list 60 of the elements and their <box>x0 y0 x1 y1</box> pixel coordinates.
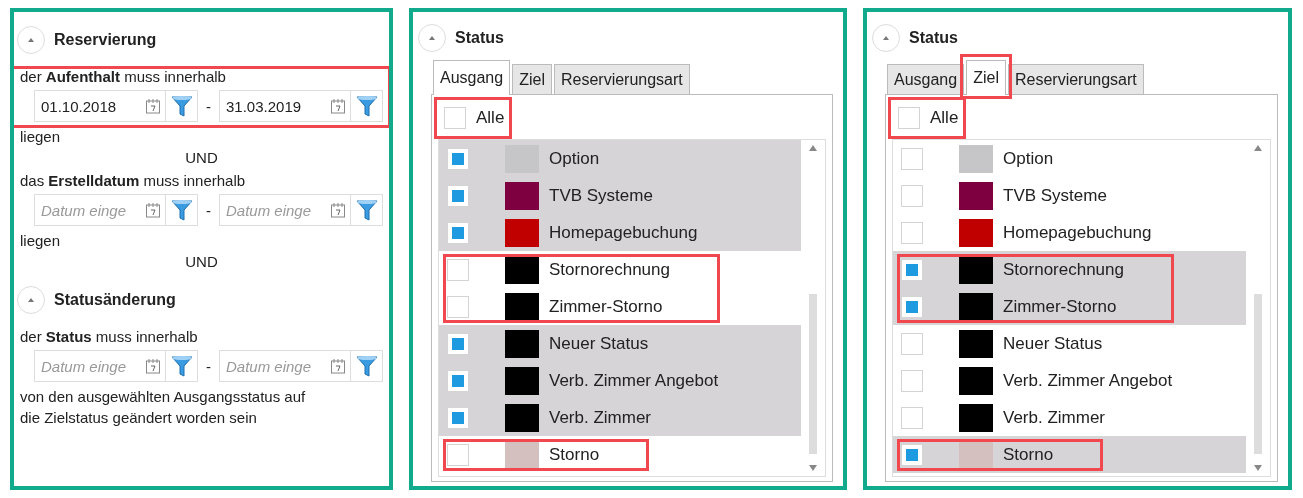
status-label: Verb. Zimmer Angebot <box>1003 370 1173 391</box>
list-row[interactable]: Option <box>893 140 1246 177</box>
filter-text: liegen <box>20 231 62 251</box>
section-title: Statusänderung <box>54 291 176 309</box>
list-row[interactable]: Option <box>439 140 801 177</box>
status-label: Storno <box>1003 444 1054 465</box>
status-label: Neuer Status <box>549 333 649 354</box>
range-separator: - <box>206 201 211 219</box>
status-label: Verb. Zimmer Angebot <box>549 370 719 391</box>
status-label: Verb. Zimmer <box>549 407 652 428</box>
and-label: UND <box>184 253 219 270</box>
list-row[interactable]: Stornorechnung <box>893 251 1246 288</box>
list-row[interactable]: Verb. Zimmer <box>893 399 1246 436</box>
and-label: UND <box>184 149 219 166</box>
tab[interactable]: Ziel <box>512 64 552 94</box>
section-title: Status <box>909 29 958 47</box>
list-row[interactable]: Homepagebuchung <box>893 214 1246 251</box>
status-label: Stornorechnung <box>549 259 670 280</box>
filter-label: das Erstelldatum muss innerhalb <box>20 172 246 189</box>
status-label: Verb. Zimmer <box>1003 407 1106 428</box>
list-row[interactable]: Verb. Zimmer <box>439 399 801 436</box>
list-row[interactable]: TVB Systeme <box>439 177 801 214</box>
range-separator: - <box>206 357 211 375</box>
status-label: TVB Systeme <box>1003 185 1107 206</box>
status-label: Zimmer-Storno <box>549 296 663 317</box>
list-row[interactable]: Homepagebuchung <box>439 214 801 251</box>
list-row[interactable]: Verb. Zimmer Angebot <box>439 362 801 399</box>
tab[interactable]: Ausgang <box>433 60 511 95</box>
list-row[interactable]: Neuer Status <box>893 325 1246 362</box>
status-label: TVB Systeme <box>549 185 653 206</box>
list-row[interactable]: Zimmer-Storno <box>439 288 801 325</box>
status-label: Homepagebuchung <box>549 222 698 243</box>
status-label: Stornorechnung <box>1003 259 1124 280</box>
filter-text: liegen <box>20 127 62 147</box>
tab[interactable]: Reservierungsart <box>553 64 690 94</box>
section-title: Status <box>455 29 504 47</box>
list-row[interactable]: TVB Systeme <box>893 177 1246 214</box>
status-label: Storno <box>549 444 600 465</box>
status-label: Option <box>549 148 600 169</box>
list-row[interactable]: Stornorechnung <box>439 251 801 288</box>
status-label: Homepagebuchung <box>1003 222 1152 243</box>
tab[interactable]: Reservierungsart <box>1007 64 1144 94</box>
status-label: Zimmer-Storno <box>1003 296 1117 317</box>
section-title: Reservierung <box>54 31 157 49</box>
tab[interactable]: Ziel <box>966 60 1006 95</box>
filter-label: der Status muss innerhalb <box>20 328 198 345</box>
status-label: Neuer Status <box>1003 333 1103 354</box>
tab[interactable]: Ausgang <box>887 64 965 94</box>
list-row[interactable]: Zimmer-Storno <box>893 288 1246 325</box>
filter-label: der Aufenthalt muss innerhalb <box>20 68 226 85</box>
date-field[interactable]: 31.03.2019 <box>219 90 351 122</box>
list-row[interactable]: Storno <box>439 436 801 473</box>
status-label: Option <box>1003 148 1054 169</box>
date-field[interactable]: 01.10.2018 <box>34 90 166 122</box>
filter-text: von den ausgewählten Ausgangsstatus auf die Zielstatus geändert worden sein <box>20 387 307 428</box>
range-separator: - <box>206 97 211 115</box>
checkbox-label: Alle <box>930 108 959 128</box>
checkbox-label: Alle <box>476 108 505 128</box>
list-row[interactable]: Verb. Zimmer Angebot <box>893 362 1246 399</box>
list-row[interactable]: Neuer Status <box>439 325 801 362</box>
